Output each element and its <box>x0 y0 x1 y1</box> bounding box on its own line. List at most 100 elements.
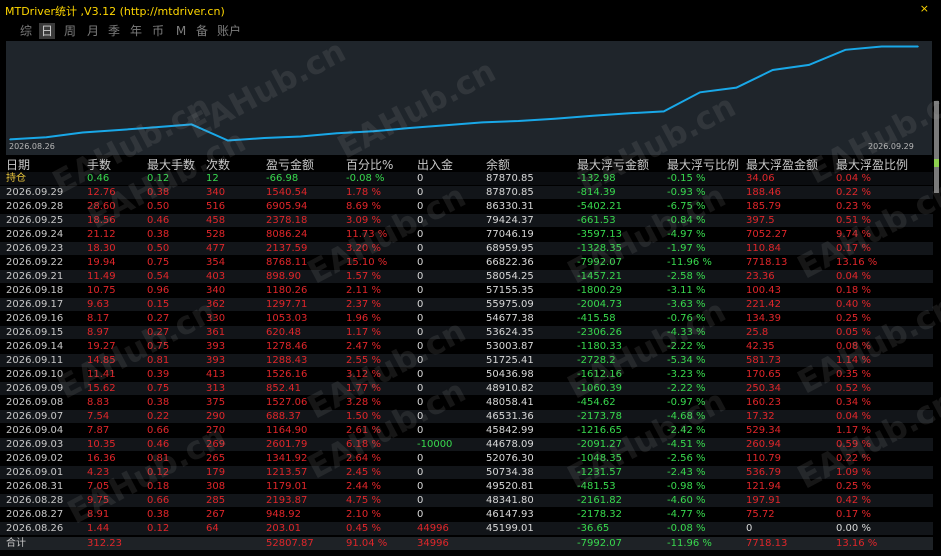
table-row-7-cell-7: 57155.35 <box>486 285 534 296</box>
table-row-15-cell-2: 0.38 <box>147 397 170 408</box>
table-row-3-cell-2: 0.38 <box>147 229 170 240</box>
table-row-5-cell-1: 19.94 <box>87 257 116 268</box>
table-row-4-cell-7: 68959.95 <box>486 243 534 254</box>
table-row-16-cell-3: 290 <box>206 411 226 422</box>
table-row-18-cell-6: -10000 <box>417 439 453 450</box>
table-row-19-cell-4: 1341.92 <box>266 453 308 464</box>
table-row-15-cell-5: 3.28 % <box>346 397 381 408</box>
tab-2[interactable]: 周 <box>62 23 78 39</box>
table-row-16-cell-1: 7.54 <box>87 411 110 422</box>
table-row-3-cell-9: -4.97 % <box>667 229 706 240</box>
table-row-9: 2026.09.16 8.17 0.27 330 1053.03 1.96 % 0 54677… <box>0 312 933 325</box>
table-row-9-cell-0: 2026.09.16 <box>6 313 64 324</box>
table-row-17-cell-10: 529.34 <box>746 425 781 436</box>
balance-point-13 <box>481 121 484 124</box>
table-row-8-cell-9: -3.63 % <box>667 299 706 310</box>
table-row-13-cell-10: 170.65 <box>746 369 781 380</box>
table-row-0-cell-11: 0.22 % <box>836 187 871 198</box>
table-row-20-cell-9: -2.43 % <box>667 467 706 478</box>
tab-3[interactable]: 月 <box>85 23 101 39</box>
table-row-7-cell-10: 100.43 <box>746 285 781 296</box>
table-row-17-cell-1: 7.87 <box>87 425 110 436</box>
table-row-4-cell-11: 0.17 % <box>836 243 871 254</box>
table-row-0-cell-6: 0 <box>417 187 424 198</box>
table-row-15-cell-8: -454.62 <box>577 397 616 408</box>
table-row-2-cell-6: 0 <box>417 215 424 226</box>
table-row-7-cell-0: 2026.09.18 <box>6 285 64 296</box>
table-row-0-cell-3: 340 <box>206 187 226 198</box>
tab-8[interactable]: 备 <box>194 23 210 39</box>
table-row-24-cell-1: 1.44 <box>87 523 110 534</box>
table-row-19-cell-0: 2026.09.02 <box>6 453 64 464</box>
tab-5[interactable]: 年 <box>128 23 144 39</box>
table-row-9-cell-5: 1.96 % <box>346 313 381 324</box>
table-row-4-cell-9: -1.97 % <box>667 243 706 254</box>
table-row-14-cell-4: 852.41 <box>266 383 301 394</box>
table-row-0-cell-2: 0.38 <box>147 187 170 198</box>
table-row-24-cell-5: 0.45 % <box>346 523 381 534</box>
table-row-3: 2026.09.24 21.12 0.38 528 8086.24 11.73 % 0 770… <box>0 228 933 241</box>
table-row-14-cell-8: -1060.39 <box>577 383 622 394</box>
table-row-15: 2026.09.08 8.83 0.38 375 1527.06 3.28 % 0 48058… <box>0 396 933 409</box>
table-row-5-cell-8: -7992.07 <box>577 257 622 268</box>
table-row-19-cell-8: -1048.35 <box>577 453 622 464</box>
close-icon[interactable]: × <box>920 2 929 15</box>
total-row-cell-5: 91.04 % <box>346 538 388 549</box>
table-row-23-cell-1: 8.91 <box>87 509 110 520</box>
position-row-cell-6: 0 <box>417 173 424 184</box>
table-row-12-cell-2: 0.81 <box>147 355 170 366</box>
table-row-12-cell-1: 14.85 <box>87 355 116 366</box>
table-row-17: 2026.09.04 7.87 0.66 270 1164.90 2.61 % 0 45842… <box>0 424 933 437</box>
table-row-20-cell-5: 2.45 % <box>346 467 381 478</box>
table-row-3-cell-4: 8086.24 <box>266 229 308 240</box>
header-2: 最大手数 <box>147 158 196 172</box>
table-row-18-cell-3: 269 <box>206 439 226 450</box>
vertical-scrollbar[interactable] <box>933 41 941 556</box>
table-row-17-cell-6: 0 <box>417 425 424 436</box>
balance-point-16 <box>590 115 592 117</box>
header-4: 盈亏金额 <box>266 158 315 172</box>
table-row-1-cell-3: 516 <box>206 201 226 212</box>
tab-1[interactable]: 日 <box>39 23 55 39</box>
table-row-18-cell-4: 2601.79 <box>266 439 308 450</box>
header-3: 次数 <box>206 158 231 172</box>
balance-point-19 <box>699 91 701 94</box>
table-row-8-cell-3: 362 <box>206 299 226 310</box>
table-row-14-cell-3: 313 <box>206 383 226 394</box>
table-row-12-cell-5: 2.55 % <box>346 355 381 366</box>
x-end-label: 2026.09.29 <box>868 142 914 151</box>
tab-0[interactable]: 综 <box>18 23 34 39</box>
table-row-19-cell-9: -2.56 % <box>667 453 706 464</box>
table-row-24-cell-6: 44996 <box>417 523 449 534</box>
table-row-20: 2026.09.01 4.23 0.12 179 1213.57 2.45 % 0 50734… <box>0 466 933 479</box>
table-row-8-cell-6: 0 <box>417 299 424 310</box>
table-row-24-cell-2: 0.12 <box>147 523 170 534</box>
balance-point-21 <box>771 69 774 71</box>
balance-point-3 <box>118 129 120 131</box>
table-row-22-cell-9: -4.60 % <box>667 495 706 506</box>
table-row-0-cell-10: 188.46 <box>746 187 781 198</box>
table-row-4-cell-6: 0 <box>417 243 424 254</box>
table-row-21-cell-5: 2.44 % <box>346 481 381 492</box>
table-row-2-cell-2: 0.46 <box>147 215 170 226</box>
table-row-15-cell-9: -0.97 % <box>667 397 706 408</box>
table-row-20-cell-6: 0 <box>417 467 424 478</box>
table-row-8-cell-4: 1297.71 <box>266 299 308 310</box>
table-row-1-cell-0: 2026.09.28 <box>6 201 64 212</box>
table-row-12-cell-11: 1.14 % <box>836 355 871 366</box>
table-row-24-cell-8: -36.65 <box>577 523 610 534</box>
tab-7[interactable]: M <box>173 23 189 39</box>
tab-4[interactable]: 季 <box>106 23 122 39</box>
table-row-13-cell-5: 3.12 % <box>346 369 381 380</box>
tab-6[interactable]: 币 <box>150 23 166 39</box>
table-row-24-cell-4: 203.01 <box>266 523 301 534</box>
table-row-9-cell-10: 134.39 <box>746 313 781 324</box>
tab-9[interactable]: 账户 <box>216 23 242 39</box>
table-row-24-cell-3: 64 <box>206 523 219 534</box>
table-row-17-cell-0: 2026.09.04 <box>6 425 64 436</box>
table-row-16-cell-5: 1.50 % <box>346 411 381 422</box>
table-row-6: 2026.09.21 11.49 0.54 403 898.90 1.57 % 0 58054… <box>0 270 933 283</box>
scrollbar-thumb[interactable] <box>934 101 939 193</box>
table-row-21-cell-1: 7.05 <box>87 481 110 492</box>
balance-point-8 <box>299 135 302 138</box>
